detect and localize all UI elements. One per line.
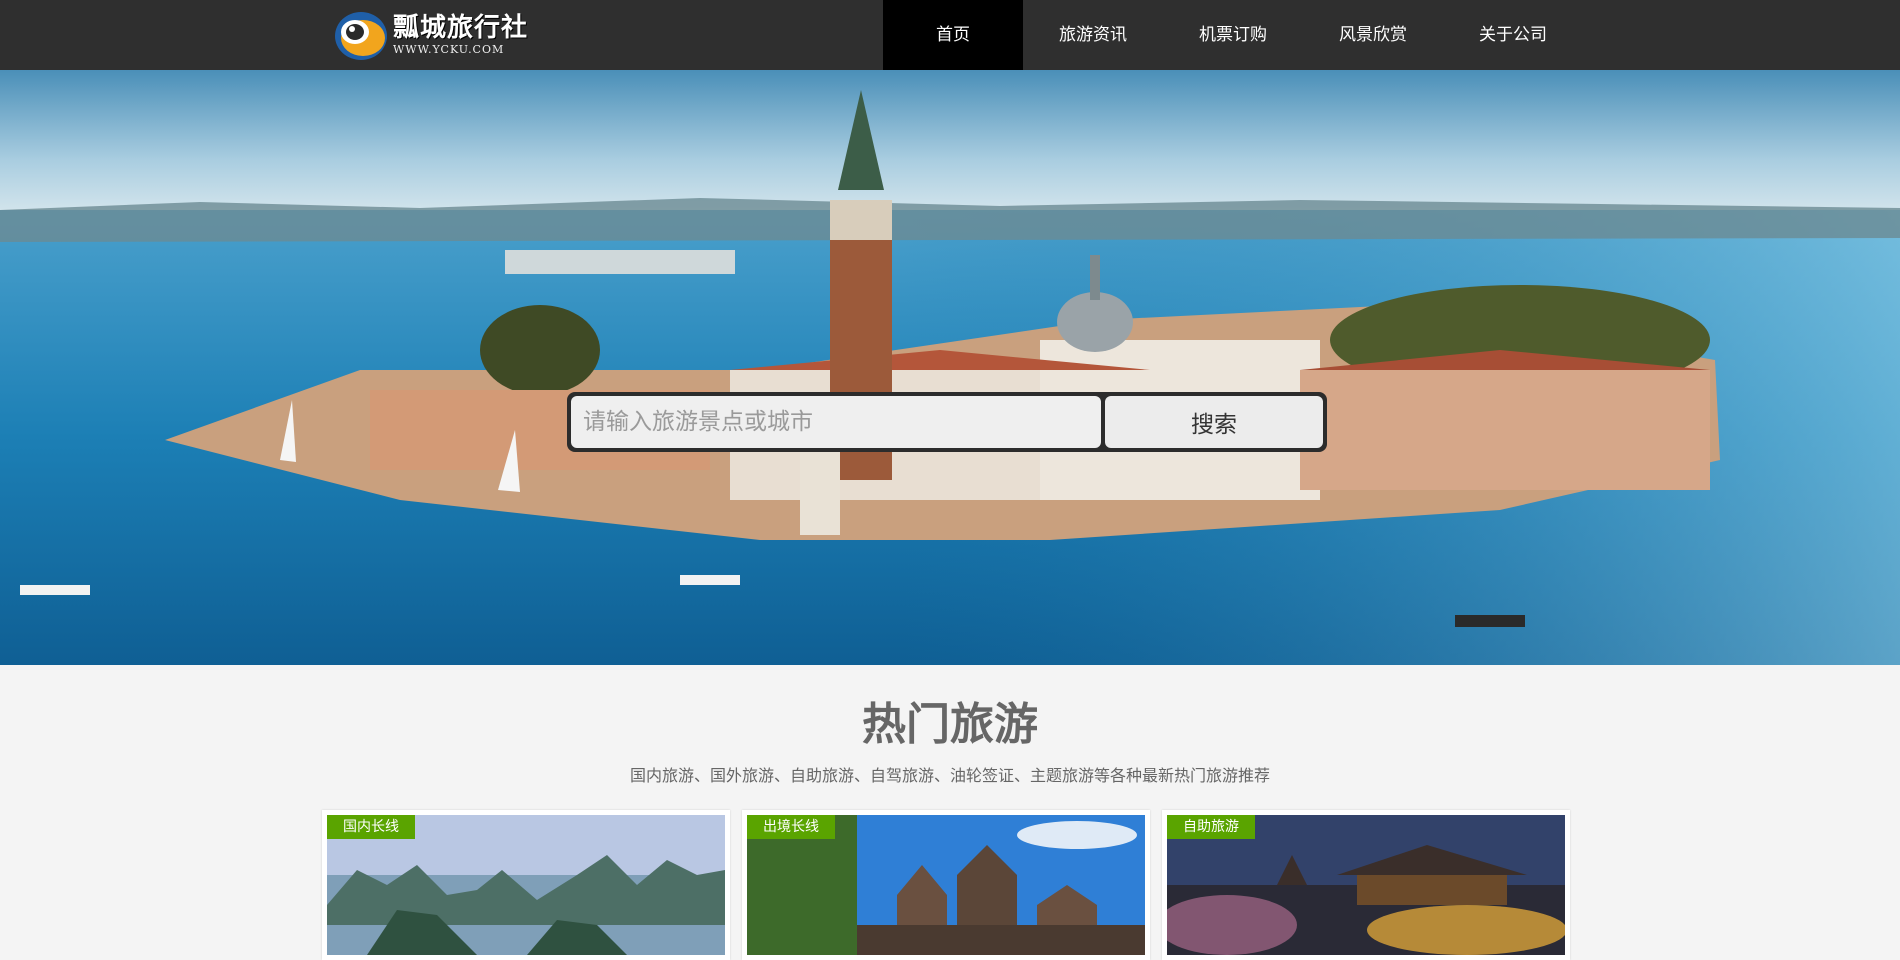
travel-card-list: 国内长线 出境长线 自助旅游 [322,810,1572,960]
card-tag: 国内长线 [327,815,415,839]
section-title: 热门旅游 [862,699,1038,750]
nav-item-about[interactable]: 关于公司 [1443,0,1583,70]
travel-card-outbound[interactable]: 出境长线 [742,810,1150,960]
search-bar: 搜索 [567,392,1327,452]
hero-banner: 搜索 [0,70,1900,665]
card-image-halong-bay: 国内长线 [327,815,725,955]
search-input[interactable] [571,396,1101,448]
card-tag: 自助旅游 [1167,815,1255,839]
travel-card-self-guided[interactable]: 自助旅游 [1162,810,1570,960]
search-button[interactable]: 搜索 [1105,396,1323,448]
card-image-kyoto-temple: 自助旅游 [1167,815,1565,955]
nav-item-travel-news[interactable]: 旅游资讯 [1023,0,1163,70]
logo-name: 瓢城旅行社 [393,13,529,43]
card-image-bali-temple: 出境长线 [747,815,1145,955]
logo-url: WWW.YCKU.COM [393,43,505,56]
hero-image [0,70,1900,665]
card-tag: 出境长线 [747,815,835,839]
nav-item-flight-booking[interactable]: 机票订购 [1163,0,1303,70]
main-nav: 首页 旅游资讯 机票订购 风景欣赏 关于公司 [883,0,1583,70]
logo-icon [335,12,387,60]
nav-item-scenery[interactable]: 风景欣赏 [1303,0,1443,70]
logo[interactable]: 瓢城旅行社 WWW.YCKU.COM [333,8,533,62]
section-subtitle: 国内旅游、国外旅游、自助旅游、自驾旅游、油轮签证、主题旅游等各种最新热门旅游推荐 [629,766,1270,785]
top-navbar: 瓢城旅行社 WWW.YCKU.COM 首页 旅游资讯 机票订购 风景欣赏 关于公… [0,0,1900,70]
nav-item-home[interactable]: 首页 [883,0,1023,70]
travel-card-domestic[interactable]: 国内长线 [322,810,730,960]
